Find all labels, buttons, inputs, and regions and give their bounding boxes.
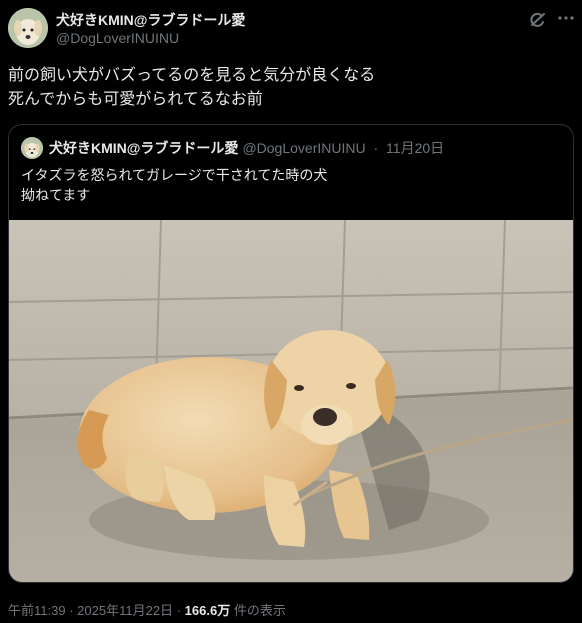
more-icon[interactable] [556, 8, 576, 28]
footer-separator: · [176, 603, 182, 618]
footer-separator: · [69, 603, 74, 618]
quote-text: イタズラを怒られてガレージで干されてた時の犬 拗ねてます [21, 165, 327, 205]
author-name[interactable]: 犬好きKMIN@ラブラドール愛 [56, 10, 245, 30]
author-avatar[interactable] [8, 8, 48, 48]
views-label: 件の表示 [233, 603, 286, 618]
tweet-date[interactable]: 2025年11月22日 [77, 603, 173, 618]
tweet-footer: 午前11:39 · 2025年11月22日 · 166.6万 件の表示 [8, 600, 286, 619]
quote-author-handle: @DogLoverINUINU [242, 140, 366, 156]
tweet-text: 前の飼い犬がバズってるのを見ると気分が良くなる 死んでからも可愛がられてるなお前 [8, 64, 568, 112]
dog-avatar-image [21, 137, 43, 159]
quote-text-line: イタズラを怒られてガレージで干されてた時の犬 [21, 167, 328, 183]
quote-photo[interactable] [9, 220, 573, 582]
dog-photo [9, 220, 573, 582]
quoted-tweet[interactable]: 犬好きKMIN@ラブラドール愛 @DogLoverINUINU · 11月20日 … [8, 124, 574, 583]
quote-separator: · [373, 140, 379, 156]
grok-icon[interactable] [528, 10, 548, 30]
quote-text-line: 拗ねてます [21, 187, 91, 203]
author-handle[interactable]: @DogLoverINUINU [56, 30, 179, 46]
views-count: 166.6万 [184, 603, 231, 618]
tweet-text-line: 死んでからも可愛がられてるなお前 [8, 91, 263, 108]
quote-date: 11月20日 [386, 140, 445, 156]
quote-author-avatar [21, 137, 43, 159]
quote-author-name: 犬好きKMIN@ラブラドール愛 [49, 140, 239, 156]
tweet-text-line: 前の飼い犬がバズってるのを見ると気分が良くなる [8, 67, 376, 84]
dog-avatar-image [8, 8, 48, 48]
quote-header: 犬好きKMIN@ラブラドール愛 @DogLoverINUINU · 11月20日 [49, 138, 444, 158]
tweet-time[interactable]: 午前11:39 [8, 603, 66, 618]
